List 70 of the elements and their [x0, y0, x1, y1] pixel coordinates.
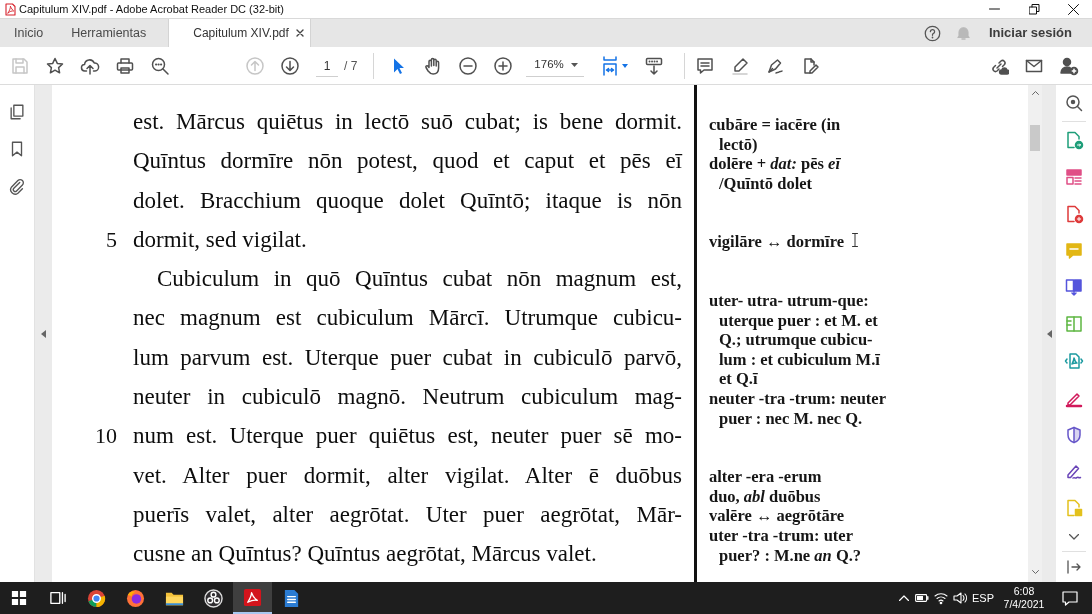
margin-note: alter -era -erum — [709, 467, 822, 487]
page-count: / 7 — [344, 57, 358, 75]
person-plus-icon — [1058, 55, 1079, 76]
marker-icon — [729, 55, 750, 76]
paragraph: Cubiculum in quō Quīntus cubat nōn magnum est, nec magnum est cubiculum Mārcī. Utrumque cubicu- lum parvum est. Uterque puer cubat in cubiculō parvō, neuter in cubiculō magnō. Neutrum cubiculum mag- num est. Uterque puer quiētus est, neuter puer sē mo- vet. Alter puer dormit, alter vigilat. Alter ē duōbus puerīs valet, alter aegrōtat. Uter puer aegrōtat, Mār- cusne an Quīntus? Quīntus aegrōtat, Mārcus valet. — [133, 265, 682, 569]
zoom-field[interactable]: 176% — [526, 54, 585, 77]
line-number: 10 — [95, 422, 117, 451]
margin-note: dolēre + dat: pēs eī /Quīntō dolet — [709, 154, 841, 194]
margin-note: vigilāre ↔ dormīre — [709, 232, 845, 252]
margin-note: valēre ↔ aegrōtāre — [709, 506, 844, 526]
layout-icon[interactable] — [1064, 167, 1084, 187]
triangle-left-icon[interactable] — [41, 329, 46, 338]
document-plus-icon[interactable] — [1064, 203, 1084, 224]
margin-note: neuter -tra -trum: neuter puer : nec M. nec Q. — [709, 388, 886, 429]
language-indicator[interactable]: ESP — [972, 589, 994, 607]
tab[interactable]: Capitulum XIV.pdf — [168, 19, 312, 47]
notification-icon[interactable] — [1062, 590, 1078, 606]
paperclip-icon[interactable] — [8, 177, 26, 195]
line-number: 5 — [106, 225, 117, 254]
star-icon — [44, 55, 65, 76]
browser-logo-icon — [87, 588, 106, 608]
collapse-right-icon[interactable] — [1067, 559, 1081, 574]
triangle-left-icon[interactable] — [1046, 329, 1052, 338]
close-icon — [1067, 3, 1079, 15]
printer-icon — [114, 55, 135, 76]
window-title: Capitulum XIV.pdf - Adobe Acrobat Reader DC (32-bit) — [19, 3, 284, 15]
sign-in-link[interactable]: Iniciar sesión — [988, 23, 1072, 43]
pages-icon[interactable] — [8, 103, 26, 121]
margin-note: duo, abl duōbus — [709, 486, 821, 507]
tab[interactable]: Inicio — [0, 19, 58, 47]
pdf-logo-icon — [243, 587, 262, 607]
grid-logo-icon — [11, 590, 27, 606]
clock-date[interactable]: 7/4/2021 — [1003, 598, 1045, 611]
clock-time[interactable]: 6:08 — [1013, 585, 1035, 598]
speech-bubble-icon — [694, 55, 715, 76]
round-logo-icon — [126, 588, 145, 608]
scrollbar-thumb[interactable] — [1030, 125, 1040, 151]
keyboard-arrow-icon — [643, 55, 664, 76]
battery-icon[interactable] — [915, 594, 929, 602]
document-icon — [282, 588, 301, 608]
caret-icon — [571, 63, 579, 67]
scrollbar-track[interactable] — [1028, 85, 1042, 582]
margin-note: uter -tra -trum: uter puer? : M.ne an Q.? — [709, 525, 862, 566]
task-view-icon — [48, 590, 67, 606]
text-cursor-icon — [852, 233, 858, 247]
restore-icon — [1028, 3, 1040, 15]
close-icon[interactable] — [296, 29, 305, 37]
search-icon — [149, 55, 170, 76]
caret-icon — [622, 63, 629, 68]
document-arrow-icon[interactable] — [1064, 130, 1084, 151]
circle-logo-icon — [204, 588, 223, 608]
magnifier-icon[interactable] — [1064, 93, 1084, 114]
document-scan-icon[interactable] — [1064, 350, 1084, 371]
plus-circle-icon — [492, 55, 513, 76]
caret-down-icon[interactable] — [1031, 570, 1039, 574]
shield-icon[interactable] — [1064, 424, 1084, 445]
minus-circle-icon — [457, 55, 478, 76]
page-number-field[interactable]: 1 — [316, 54, 338, 77]
margin-note: cubāre = iacēre (in lectō) — [709, 115, 841, 155]
tab[interactable]: Herramientas — [57, 19, 161, 47]
arrow-down-circle-icon — [279, 55, 300, 76]
taskbar-app-button[interactable] — [233, 582, 272, 614]
wifi-icon[interactable] — [934, 591, 948, 605]
speaker-icon[interactable] — [953, 591, 967, 605]
chevron-down-icon[interactable] — [1069, 533, 1079, 540]
documents-arrow-icon[interactable] — [1064, 277, 1084, 298]
arrow-up-circle-icon — [244, 55, 265, 76]
app-logo-icon — [5, 2, 16, 16]
paragraph: est. Mārcus quiētus in lectō suō cubat; is bene dormit. Quīntus dormīre nōn potest, quod et caput et pēs eī dolet. Bracchium quoque dolet Quīntō; itaque is nōn dormit, sed vigilat. — [133, 108, 682, 254]
help-icon[interactable] — [923, 24, 941, 42]
